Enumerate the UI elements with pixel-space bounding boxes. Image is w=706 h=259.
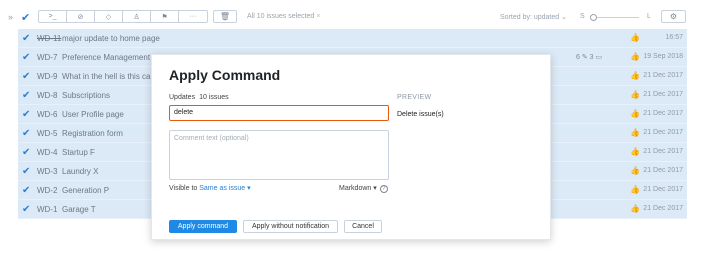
issue-checkbox[interactable]: ✔ (22, 33, 30, 44)
dialog-title: Apply Command (169, 67, 281, 83)
toolbar-tool-button[interactable]: ⊘ (67, 11, 95, 22)
select-all-checkbox[interactable]: ✔ (21, 11, 30, 24)
updates-count: 10 issues (199, 94, 229, 101)
vote-icon[interactable]: 👍 (630, 204, 640, 213)
size-large-label: L (647, 13, 651, 20)
issue-id[interactable]: WD-3 (37, 167, 57, 176)
issue-summary[interactable]: Laundry X (62, 167, 98, 176)
issue-date: 21 Dec 2017 (643, 72, 683, 79)
selection-text: All 10 issues selected (247, 13, 315, 20)
issue-id[interactable]: WD-5 (37, 129, 57, 138)
issue-row[interactable]: ✔ WD-11 major update to home page 👍 16:57 (18, 29, 687, 48)
clear-selection-icon[interactable]: × (316, 13, 320, 20)
issue-counts: 6 ✎ 3 ▭ (576, 54, 603, 61)
issue-checkbox[interactable]: ✔ (22, 128, 30, 139)
issue-id[interactable]: WD-9 (37, 72, 57, 81)
toolbar-tool-button[interactable]: ··· (179, 11, 207, 22)
toolbar-action-group: >_ ⊘ ◇ ♙ ⚑ ··· (38, 10, 208, 23)
issue-checkbox[interactable]: ✔ (22, 90, 30, 101)
issue-date: 21 Dec 2017 (643, 129, 683, 136)
updates-info: Updates 10 issues (169, 94, 229, 101)
issue-date: 21 Dec 2017 (643, 110, 683, 117)
issue-date: 21 Dec 2017 (643, 205, 683, 212)
attach-icon: ⊘ (77, 13, 84, 21)
assignee-icon: ♙ (133, 13, 140, 21)
vote-icon[interactable]: 👍 (630, 33, 640, 42)
vote-icon[interactable]: 👍 (630, 90, 640, 99)
comment-textarea[interactable]: Comment text (optional) (169, 130, 389, 180)
apply-command-dialog: Apply Command Updates 10 issues delete PR… (151, 54, 551, 240)
vote-icon[interactable]: 👍 (630, 147, 640, 156)
trash-icon: 🗑 (219, 12, 231, 21)
issue-id[interactable]: WD-2 (37, 186, 57, 195)
issue-id[interactable]: WD-11 (37, 34, 61, 43)
slider-handle[interactable] (590, 14, 597, 21)
preview-label: PREVIEW (397, 94, 432, 101)
expand-icon[interactable]: » (8, 12, 13, 22)
issue-checkbox[interactable]: ✔ (22, 52, 30, 63)
apply-without-notification-button[interactable]: Apply without notification (243, 220, 338, 233)
toolbar-tool-button[interactable]: >_ (39, 11, 67, 22)
command-icon: >_ (48, 13, 57, 20)
issue-id[interactable]: WD-8 (37, 91, 57, 100)
size-slider[interactable] (590, 14, 639, 21)
issue-checkbox[interactable]: ✔ (22, 204, 30, 215)
visible-label: Visible to (169, 185, 198, 192)
cancel-button[interactable]: Cancel (344, 220, 382, 233)
issue-date: 21 Dec 2017 (643, 91, 683, 98)
updates-label: Updates (169, 94, 196, 101)
issue-id[interactable]: WD-6 (37, 110, 57, 119)
issue-summary[interactable]: major update to home page (62, 34, 160, 43)
more-icon: ··· (189, 13, 197, 20)
issue-id[interactable]: WD-4 (37, 148, 57, 157)
issue-summary[interactable]: Startup F (62, 148, 95, 157)
markdown-options: Markdown ▾? (339, 184, 388, 193)
toolbar-tool-button[interactable]: ⚑ (151, 11, 179, 22)
vote-icon[interactable]: 👍 (630, 166, 640, 175)
issue-id[interactable]: WD-7 (37, 53, 57, 62)
command-input[interactable]: delete (169, 105, 389, 121)
vote-icon[interactable]: 👍 (630, 128, 640, 137)
issue-checkbox[interactable]: ✔ (22, 147, 30, 158)
issue-checkbox[interactable]: ✔ (22, 71, 30, 82)
apply-command-button[interactable]: Apply command (169, 220, 237, 233)
vote-icon[interactable]: 👍 (630, 109, 640, 118)
issue-checkbox[interactable]: ✔ (22, 185, 30, 196)
size-small-label: S (580, 13, 585, 20)
vote-icon[interactable]: 👍 (630, 185, 640, 194)
markdown-dropdown[interactable]: Markdown ▾ (339, 185, 377, 192)
issue-id[interactable]: WD-1 (37, 205, 57, 214)
issue-date: 16:57 (665, 34, 683, 41)
issue-date: 21 Dec 2017 (643, 167, 683, 174)
issue-summary[interactable]: Registration form (62, 129, 123, 138)
gear-icon: ⚙ (669, 12, 678, 21)
delete-button[interactable]: 🗑 (213, 10, 237, 23)
issue-summary[interactable]: Generation P (62, 186, 109, 195)
sprint-icon: ⚑ (161, 13, 168, 21)
visibility-selector: Visible to Same as issue ▾ (169, 184, 251, 192)
issue-summary[interactable]: Subscriptions (62, 91, 110, 100)
settings-button[interactable]: ⚙ (661, 10, 686, 23)
help-icon[interactable]: ? (379, 185, 388, 193)
toolbar-tool-button[interactable]: ♙ (123, 11, 151, 22)
tag-icon: ◇ (105, 13, 112, 21)
issues-toolbar: » ✔ >_ ⊘ ◇ ♙ ⚑ ··· 🗑 All 10 issues selected × … (0, 8, 706, 26)
sort-dropdown[interactable]: Sorted by: updated ⌄ (500, 13, 567, 21)
selection-status: All 10 issues selected × (247, 13, 320, 20)
issue-summary[interactable]: Preference Management (62, 53, 150, 62)
issue-summary[interactable]: User Profile page (62, 110, 124, 119)
issue-date: 21 Dec 2017 (643, 148, 683, 155)
issue-summary[interactable]: Garage T (62, 205, 96, 214)
issue-date: 19 Sep 2018 (643, 53, 683, 60)
vote-icon[interactable]: 👍 (630, 71, 640, 80)
toolbar-tool-button[interactable]: ◇ (95, 11, 123, 22)
vote-icon[interactable]: 👍 (630, 52, 640, 61)
issue-checkbox[interactable]: ✔ (22, 166, 30, 177)
issue-date: 21 Dec 2017 (643, 186, 683, 193)
issue-summary[interactable]: What in the hell is this ca (62, 72, 150, 81)
preview-text: Delete issue(s) (397, 111, 444, 118)
issue-checkbox[interactable]: ✔ (22, 109, 30, 120)
visibility-dropdown[interactable]: Same as issue ▾ (199, 185, 250, 192)
